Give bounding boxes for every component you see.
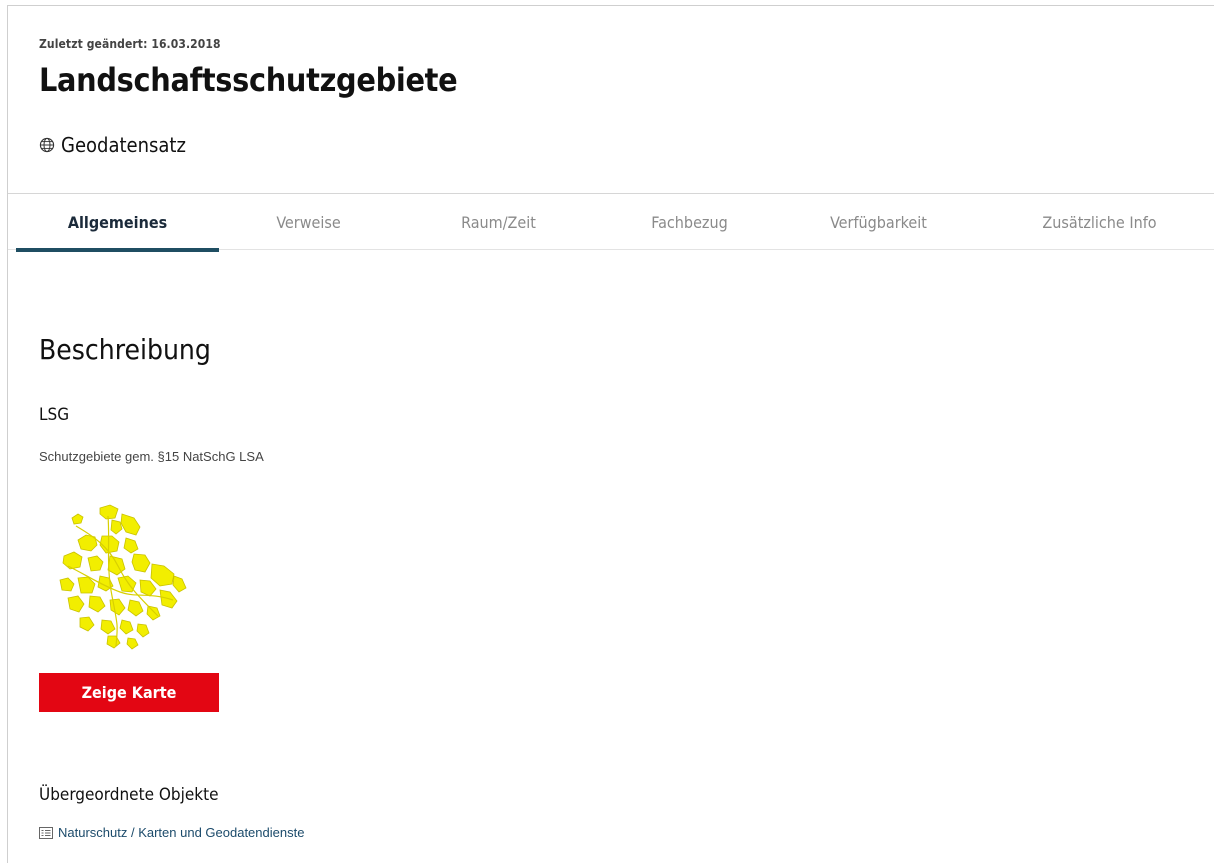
globe-icon [39, 137, 55, 153]
parent-object-link[interactable]: Naturschutz / Karten und Geodatendienste [39, 825, 304, 840]
tab-bar: Allgemeines Verweise Raum/Zeit Fachbezug… [8, 193, 1214, 252]
section-heading: Beschreibung [39, 333, 211, 366]
tab-raum-zeit[interactable]: Raum/Zeit [397, 194, 600, 249]
map-thumbnail [59, 504, 187, 650]
dataset-type-label: Geodatensatz [61, 133, 186, 157]
parent-object-link-label: Naturschutz / Karten und Geodatendienste [58, 825, 305, 840]
dataset-type: Geodatensatz [39, 133, 186, 157]
description-text: Schutzgebiete gem. §15 NatSchG LSA [39, 449, 264, 464]
page-header: Zuletzt geändert: 16.03.2018 Landschafts… [39, 37, 458, 99]
tab-verfuegbarkeit[interactable]: Verfügbarkeit [777, 194, 980, 249]
parent-objects-heading: Übergeordnete Objekte [39, 785, 219, 805]
last-modified: Zuletzt geändert: 16.03.2018 [39, 37, 221, 51]
page-title: Landschaftsschutzgebiete [39, 61, 458, 99]
tab-fachbezug[interactable]: Fachbezug [588, 194, 791, 249]
content-frame [7, 5, 1214, 863]
tab-allgemeines[interactable]: Allgemeines [16, 194, 219, 252]
folder-list-icon [39, 826, 53, 839]
short-name: LSG [39, 405, 70, 425]
show-map-button[interactable]: Zeige Karte [39, 673, 219, 712]
tab-zusaetzliche-info[interactable]: Zusätzliche Info [998, 194, 1201, 249]
tab-verweise[interactable]: Verweise [207, 194, 410, 249]
